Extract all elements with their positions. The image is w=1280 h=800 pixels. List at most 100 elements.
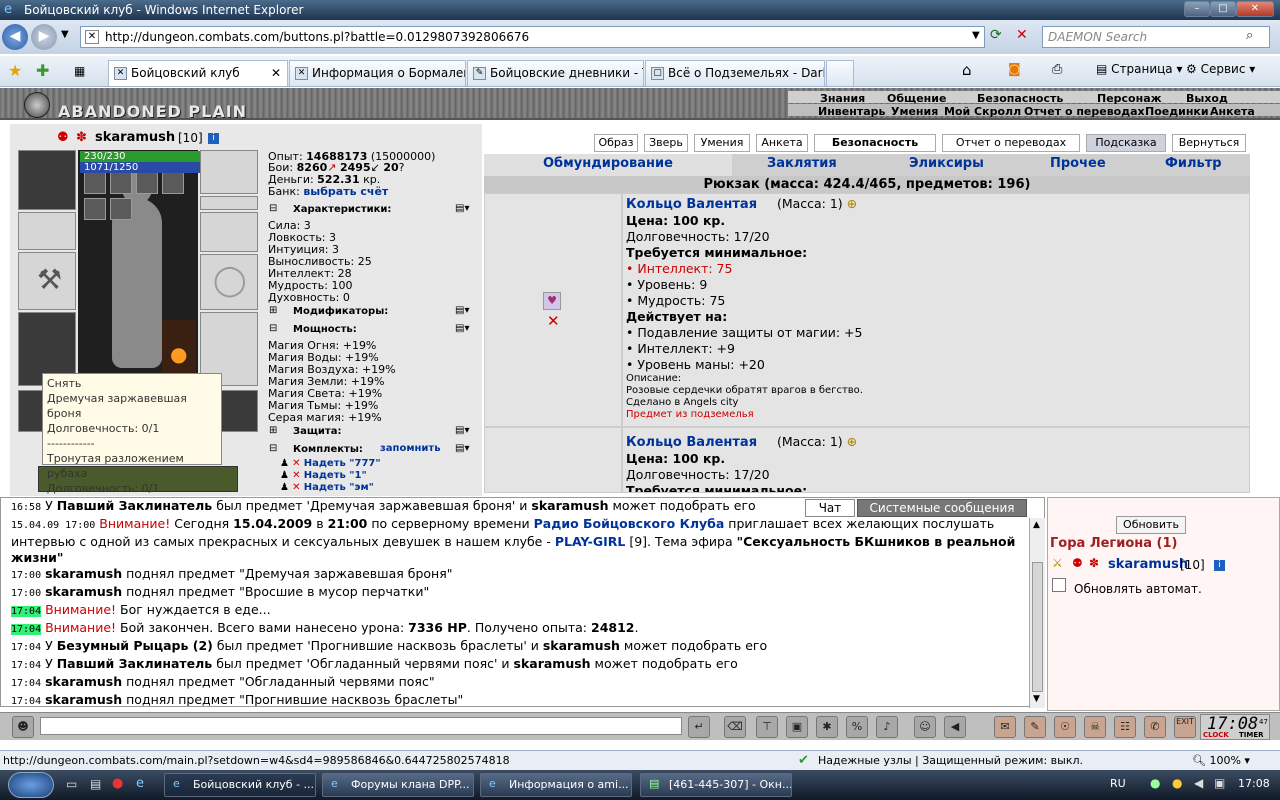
belt-item-slot[interactable] <box>110 198 132 220</box>
belt-item-slot[interactable] <box>84 198 106 220</box>
close-window-button[interactable]: ✕ <box>1236 1 1274 17</box>
tab-chat[interactable]: Чат <box>805 499 855 517</box>
tab-filter[interactable]: Фильтр <box>1165 156 1222 171</box>
scroll-up-icon[interactable]: ▲ <box>1033 520 1040 530</box>
tab-equipment[interactable]: Обмундирование <box>543 156 673 171</box>
nav-my-scroll[interactable]: Мой Скролл <box>944 105 1021 118</box>
nav-knowledge[interactable]: Знания <box>820 92 865 105</box>
bank-link[interactable]: выбрать счёт <box>303 185 388 198</box>
wear-set-link[interactable]: Надеть "эм" <box>304 482 374 493</box>
ring-icon[interactable]: ♥ <box>543 292 561 310</box>
tray-icon[interactable]: ● <box>1150 776 1160 790</box>
skills-button[interactable]: Умения <box>694 134 750 152</box>
music-icon[interactable]: ♪ <box>876 716 898 738</box>
expand-defense-icon[interactable]: ⊞ <box>269 425 277 436</box>
scroll-icon[interactable]: ✉ <box>994 716 1016 738</box>
add-favorite-icon[interactable]: ✚ <box>36 61 49 80</box>
new-tab-button[interactable] <box>826 60 854 86</box>
collapse-stats-icon[interactable]: ⊟ <box>269 203 277 214</box>
maximize-button[interactable]: □ <box>1210 1 1236 17</box>
language-indicator[interactable]: RU <box>1110 777 1126 790</box>
sell-icon[interactable]: ⊕ <box>847 196 857 211</box>
task-window[interactable]: ▤ [461-445-307] - Окн... <box>640 773 792 797</box>
earrings-slot[interactable] <box>200 150 258 194</box>
image-button[interactable]: Образ <box>594 134 638 152</box>
tab-info-bormaley[interactable]: ✕ Информация о Бормалей <box>289 60 466 86</box>
start-button[interactable] <box>8 772 54 798</box>
fight-icon[interactable]: ✱ <box>816 716 838 738</box>
tab-other[interactable]: Прочее <box>1050 156 1106 171</box>
tab-system-messages[interactable]: Системные сообщения <box>857 499 1027 517</box>
home-icon[interactable]: ⌂ <box>962 61 972 79</box>
profile-button[interactable]: Анкета <box>756 134 808 152</box>
security-status[interactable]: Надежные узлы | Защищенный режим: выкл. <box>818 754 1083 767</box>
belt-item-slot[interactable] <box>136 172 158 194</box>
nav-character[interactable]: Персонаж <box>1097 92 1162 105</box>
item-name[interactable]: Кольцо Валентая <box>626 197 757 212</box>
tab-fight-diaries[interactable]: ✎ Бойцовские дневники - Т... <box>467 60 644 86</box>
tab-dungeons[interactable]: ▢ Всё о Подземельях - Dark... <box>645 60 825 86</box>
wear-set-link[interactable]: Надеть "777" <box>304 458 381 469</box>
volume-icon[interactable]: ◀ <box>1194 776 1203 790</box>
speaker-icon[interactable]: ◀ <box>944 716 966 738</box>
tray-icon[interactable]: ● <box>1172 776 1182 790</box>
nav-profile[interactable]: Анкета <box>1210 105 1255 118</box>
url-input[interactable]: ✕ http://dungeon.combats.com/buttons.pl?… <box>80 26 985 48</box>
chat-bubble-icon[interactable]: ✆ <box>1144 716 1166 738</box>
delete-set-icon[interactable]: ✕ <box>292 458 300 469</box>
task-info[interactable]: e Информация о ami... <box>480 773 632 797</box>
nav-exit[interactable]: Выход <box>1186 92 1228 105</box>
chat-options-icon[interactable]: ☻ <box>12 716 34 738</box>
section-arrows-icon[interactable]: ▤▾ <box>455 323 469 334</box>
section-arrows-icon[interactable]: ▤▾ <box>455 443 469 454</box>
task-fight-club[interactable]: e Бойцовский клуб - ... <box>164 773 316 797</box>
percent-icon[interactable]: % <box>846 716 868 738</box>
return-button[interactable]: Вернуться <box>1172 134 1246 152</box>
filter-icon[interactable]: ⊤ <box>756 716 778 738</box>
eraser-icon[interactable]: ⌫ <box>724 716 746 738</box>
switch-windows-icon[interactable]: ▤ <box>90 777 101 791</box>
chat-fragment[interactable]: Радио Бойцовского Клуба <box>534 516 725 531</box>
send-icon[interactable]: ↵ <box>688 716 710 738</box>
wear-set-link[interactable]: Надеть "1" <box>304 470 367 481</box>
section-arrows-icon[interactable]: ▤▾ <box>455 203 469 214</box>
tab-fight-club[interactable]: ✕ Бойцовский клуб ✕ <box>108 60 288 86</box>
nav-transfer-report[interactable]: Отчет о переводах <box>1024 105 1145 118</box>
delete-set-icon[interactable]: ✕ <box>292 470 300 481</box>
show-desktop-icon[interactable]: ▭ <box>66 777 77 791</box>
bracers-slot[interactable] <box>18 212 76 250</box>
item-name[interactable]: Кольцо Валентая <box>626 435 757 450</box>
group-icon[interactable]: ☷ <box>1114 716 1136 738</box>
task-clan-forums[interactable]: e Форумы клана DPP... <box>322 773 474 797</box>
feeds-icon[interactable]: ◙ <box>1008 62 1021 77</box>
weapon-slot[interactable]: ⚒ <box>18 252 76 310</box>
close-tab-icon[interactable]: ✕ <box>271 66 281 80</box>
minimize-button[interactable]: – <box>1184 1 1210 17</box>
collapse-power-icon[interactable]: ⊟ <box>269 323 277 334</box>
exit-icon[interactable]: EXIT <box>1174 716 1196 738</box>
history-dropdown-icon[interactable]: ▼ <box>61 29 69 40</box>
drop-item-icon[interactable]: ✕ <box>547 312 560 330</box>
auto-refresh-checkbox[interactable] <box>1052 578 1066 592</box>
chat-scrollbar[interactable]: ▲ ▼ <box>1029 518 1045 708</box>
tab-elixirs[interactable]: Эликсиры <box>909 156 984 171</box>
refresh-icon[interactable]: ⟳ <box>990 27 1002 43</box>
refresh-button[interactable]: Обновить <box>1116 516 1186 534</box>
gloves-slot[interactable] <box>200 212 258 252</box>
save-icon[interactable]: ▣ <box>786 716 808 738</box>
forward-button[interactable]: ▶ <box>31 24 57 50</box>
scroll-thumb[interactable] <box>1032 562 1043 692</box>
skull-icon[interactable]: ☠ <box>1084 716 1106 738</box>
quick-tabs-icon[interactable]: ▦ <box>74 64 85 78</box>
tab-spells[interactable]: Заклятия <box>767 156 837 171</box>
transfer-report-button[interactable]: Отчет о переводах <box>942 134 1080 152</box>
chat-input[interactable] <box>40 717 682 735</box>
nav-skills[interactable]: Умения <box>891 105 938 118</box>
pet-button[interactable]: Зверь <box>644 134 688 152</box>
url-dropdown-icon[interactable]: ▼ <box>972 30 980 41</box>
hint-button[interactable]: Подсказка <box>1086 134 1166 152</box>
page-menu[interactable]: ▤ Страница ▾ <box>1096 62 1183 76</box>
expand-modifiers-icon[interactable]: ⊞ <box>269 305 277 316</box>
rings-slot[interactable] <box>200 196 258 210</box>
nav-security[interactable]: Безопасность <box>977 92 1063 105</box>
